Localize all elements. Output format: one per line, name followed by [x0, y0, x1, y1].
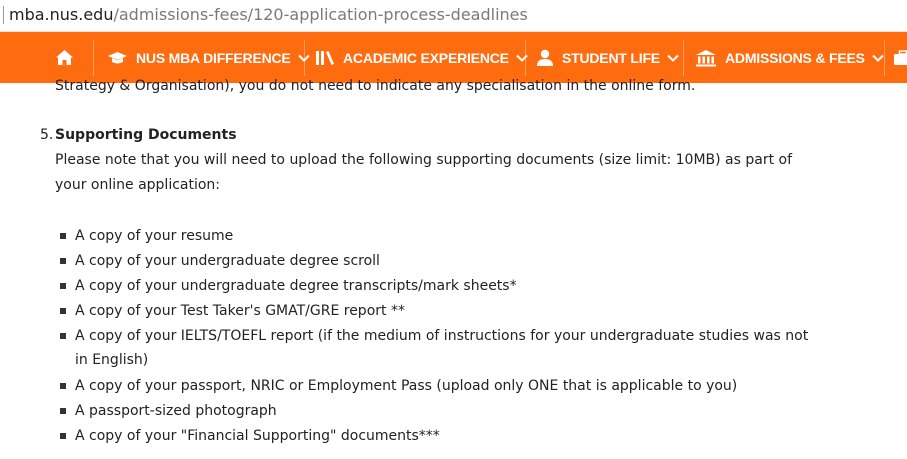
nav-label: STUDENT LIFE [562, 49, 660, 66]
nav-admissions-fees[interactable]: ADMISSIONS & FEES [695, 32, 884, 83]
list-bullet [60, 233, 66, 239]
chevron-down-icon [872, 54, 884, 62]
briefcase-icon [893, 49, 907, 66]
nav-separator [93, 40, 94, 76]
list-bullet [60, 258, 66, 264]
home-icon [55, 49, 74, 66]
previous-paragraph-tail: Strategy & Organisation), you do not nee… [55, 78, 696, 94]
url-path: /admissions-fees/120-application-process… [113, 5, 528, 24]
list-bullet [60, 308, 66, 314]
list-item: A copy of your passport, NRIC or Employm… [75, 378, 738, 394]
content-area: Strategy & Organisation), you do not nee… [0, 78, 907, 459]
library-icon [315, 50, 335, 66]
chevron-down-icon [667, 54, 679, 62]
url-host: mba.nus.edu [9, 5, 114, 24]
list-bullet [60, 333, 66, 339]
nav-label: ADMISSIONS & FEES [725, 49, 865, 66]
intro-text-line-2: your online application: [55, 177, 221, 193]
nav-separator [884, 40, 885, 76]
user-icon [536, 49, 554, 67]
section-title: Supporting Documents [55, 127, 237, 143]
list-item: A copy of your Test Taker's GMAT/GRE rep… [75, 303, 405, 319]
list-bullet [60, 408, 66, 414]
nav-careers[interactable] [893, 32, 907, 83]
list-item: A copy of your "Financial Supporting" do… [75, 428, 440, 444]
graduation-cap-icon [107, 51, 128, 65]
list-bullet [60, 433, 66, 439]
list-item: A copy of your undergraduate degree tran… [75, 278, 517, 294]
institution-icon [695, 49, 717, 67]
list-item-continuation: in English) [75, 352, 149, 368]
address-bar[interactable]: mba.nus.edu/admissions-fees/120-applicat… [0, 0, 907, 32]
address-bar-edge [0, 6, 4, 24]
section-number: 5. [40, 127, 54, 143]
url-text[interactable]: mba.nus.edu/admissions-fees/120-applicat… [9, 4, 528, 26]
nav-separator [304, 40, 305, 76]
list-item: A copy of your resume [75, 228, 234, 244]
list-bullet [60, 283, 66, 289]
nav-label: NUS MBA DIFFERENCE [136, 49, 291, 66]
list-item: A copy of your undergraduate degree scro… [75, 253, 380, 269]
nav-separator [525, 40, 526, 76]
list-item: A passport-sized photograph [75, 403, 277, 419]
intro-text-line-1: Please note that you will need to upload… [55, 152, 793, 168]
page: mba.nus.edu/admissions-fees/120-applicat… [0, 0, 907, 459]
list-item: A copy of your IELTS/TOEFL report (if th… [75, 328, 809, 344]
nav-label: ACADEMIC EXPERIENCE [343, 49, 509, 66]
list-bullet [60, 383, 66, 389]
nav-separator [683, 40, 684, 76]
